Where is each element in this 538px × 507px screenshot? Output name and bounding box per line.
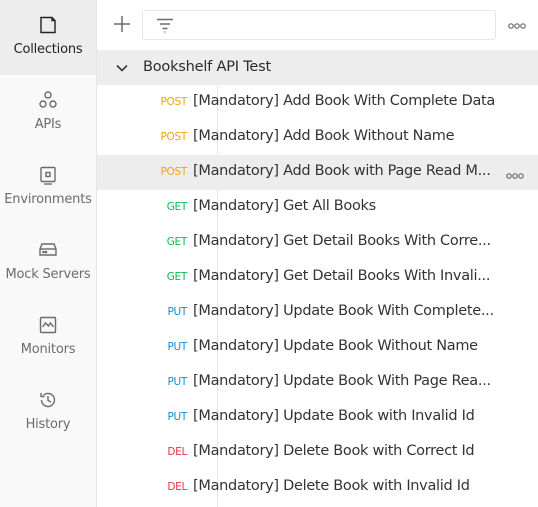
chevron-down-icon[interactable] <box>115 61 129 75</box>
collection-name: Bookshelf API Test <box>143 59 271 75</box>
request-item[interactable]: DEL [Mandatory] Delete Book with Correct … <box>97 435 538 470</box>
request-name: [Mandatory] Update Book with Invalid Id <box>193 408 475 424</box>
request-item[interactable]: PUT [Mandatory] Update Book With Complete… <box>97 295 538 330</box>
request-name: [Mandatory] Add Book Without Name <box>193 128 455 144</box>
request-name: [Mandatory] Update Book With Page Rea... <box>193 373 491 389</box>
request-item[interactable]: PUT [Mandatory] Update Book with Invalid … <box>97 400 538 435</box>
request-item[interactable]: PUT [Mandatory] Update Book With Page Rea… <box>97 365 538 400</box>
method-badge: DEL <box>167 446 187 458</box>
filter-field[interactable] <box>142 10 496 40</box>
request-name: [Mandatory] Add Book with Page Read M... <box>193 163 491 179</box>
request-name: [Mandatory] Add Book With Complete Data <box>193 93 496 109</box>
sidebar-item-label: Environments <box>4 192 92 207</box>
history-icon <box>37 389 59 411</box>
sidebar-item-collections[interactable]: Collections <box>0 0 96 75</box>
sidebar-item-label: History <box>25 417 71 432</box>
request-item[interactable]: POST [Mandatory] Add Book Without Name <box>97 120 538 155</box>
method-badge: PUT <box>167 411 187 423</box>
collections-panel: Bookshelf API Test POST [Mandatory] Add B… <box>97 0 538 507</box>
request-item[interactable]: GET [Mandatory] Get Detail Books With Cor… <box>97 225 538 260</box>
request-more-options-button[interactable] <box>505 168 525 179</box>
request-name: [Mandatory] Delete Book with Invalid Id <box>193 478 470 494</box>
method-badge: PUT <box>167 306 187 318</box>
method-badge: PUT <box>167 341 187 353</box>
request-item[interactable]: DEL [Mandatory] Delete Book with Invalid … <box>97 470 538 505</box>
request-item[interactable]: PUT [Mandatory] Update Book Without Name <box>97 330 538 365</box>
request-item[interactable]: POST [Mandatory] Add Book With Complete D… <box>97 85 538 120</box>
request-name: [Mandatory] Get All Books <box>193 198 376 214</box>
monitors-icon <box>37 314 59 336</box>
method-badge: GET <box>166 271 188 283</box>
environments-icon <box>37 164 59 186</box>
sidebar-item-label: Collections <box>13 42 83 57</box>
request-name: [Mandatory] Get Detail Books With Invali… <box>193 268 491 284</box>
collections-icon <box>37 14 59 36</box>
request-name: [Mandatory] Update Book Without Name <box>193 338 478 354</box>
plus-icon <box>114 16 130 32</box>
method-badge: POST <box>160 96 188 108</box>
method-badge: PUT <box>167 376 187 388</box>
sidebar-item-mock-servers[interactable]: Mock Servers <box>0 225 96 300</box>
mock-servers-icon <box>37 239 59 261</box>
method-badge: GET <box>166 236 188 248</box>
method-badge: POST <box>160 131 188 143</box>
request-name: [Mandatory] Update Book With Complete... <box>193 303 494 319</box>
more-horizontal-icon <box>506 173 524 179</box>
sidebar-item-label: Mock Servers <box>5 267 91 282</box>
collection-row[interactable]: Bookshelf API Test <box>97 50 538 85</box>
sidebar-item-label: APIs <box>34 117 62 132</box>
request-item[interactable]: POST [Mandatory] Add Book with Page Read … <box>97 155 538 190</box>
method-badge: POST <box>160 166 188 178</box>
add-collection-button[interactable] <box>111 13 133 35</box>
request-name: [Mandatory] Get Detail Books With Corre.… <box>193 233 491 249</box>
toolbar <box>97 0 538 50</box>
apis-icon <box>37 89 59 111</box>
filter-icon <box>157 18 173 33</box>
more-horizontal-icon <box>508 23 526 29</box>
sidebar-item-monitors[interactable]: Monitors <box>0 300 96 375</box>
request-item[interactable]: GET [Mandatory] Get Detail Books With Inv… <box>97 260 538 295</box>
sidebar-item-apis[interactable]: APIs <box>0 75 96 150</box>
more-options-button[interactable] <box>507 18 527 30</box>
sidebar: Collections APIs Environments Mock Serve… <box>0 0 97 507</box>
request-name: [Mandatory] Delete Book with Correct Id <box>193 443 475 459</box>
sidebar-item-environments[interactable]: Environments <box>0 150 96 225</box>
sidebar-item-history[interactable]: History <box>0 375 96 450</box>
filter-input[interactable] <box>183 15 483 35</box>
request-item[interactable]: GET [Mandatory] Get All Books <box>97 190 538 225</box>
method-badge: DEL <box>167 481 187 493</box>
method-badge: GET <box>166 201 188 213</box>
sidebar-item-label: Monitors <box>20 342 76 357</box>
